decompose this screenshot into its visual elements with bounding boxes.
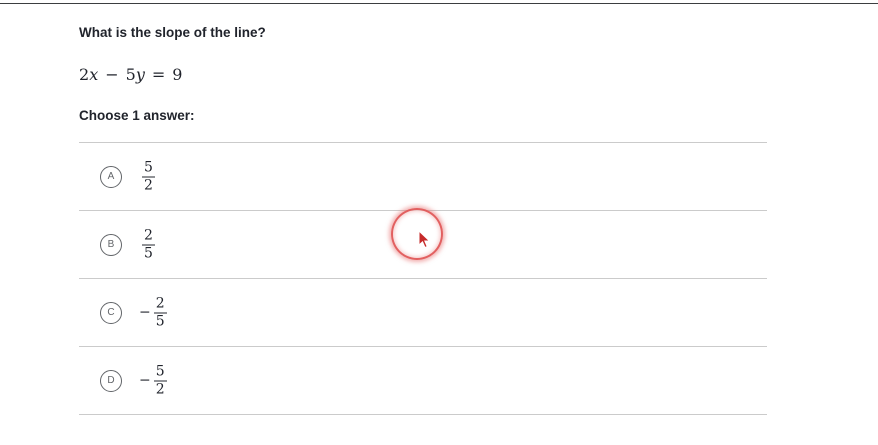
equation-equals: =: [151, 65, 166, 84]
answer-choices: A 5 2 B 2 5 C − 2 5 D − 5 2: [79, 142, 767, 415]
fraction: 5 2: [142, 160, 155, 193]
fraction: 2 5: [142, 228, 155, 261]
choice-sign: −: [139, 304, 151, 321]
equation-minus: −: [105, 65, 119, 84]
equation-var-x: x: [89, 65, 99, 84]
equation: 2x −5y = 9: [79, 65, 182, 84]
fraction-denominator: 2: [144, 177, 153, 193]
choice-value: − 5 2: [139, 364, 167, 397]
click-highlight-icon: [391, 208, 443, 260]
choice-letter-circle: D: [100, 369, 122, 392]
fraction-numerator: 5: [155, 363, 165, 379]
choose-answer-label: Choose 1 answer:: [79, 108, 195, 123]
equation-rhs: 9: [172, 65, 183, 84]
fraction: 2 5: [153, 295, 167, 329]
equation-coef-y: 5: [125, 65, 136, 84]
choice-letter-circle: B: [100, 233, 122, 256]
choice-c[interactable]: C − 2 5: [79, 279, 767, 347]
fraction-denominator: 2: [155, 381, 165, 397]
choice-sign: −: [139, 372, 151, 389]
choice-letter-circle: C: [100, 301, 122, 324]
choice-letter-circle: A: [100, 165, 122, 188]
fraction: 5 2: [153, 363, 167, 397]
fraction-denominator: 5: [144, 245, 153, 261]
fraction-numerator: 5: [144, 159, 153, 175]
choice-d[interactable]: D − 5 2: [79, 347, 767, 415]
choice-value: 5 2: [139, 160, 155, 193]
choice-value: 2 5: [139, 228, 155, 261]
choice-a[interactable]: A 5 2: [79, 143, 767, 211]
mouse-pointer-icon: [418, 230, 431, 249]
top-divider: [0, 3, 878, 4]
fraction-denominator: 5: [155, 313, 165, 329]
fraction-numerator: 2: [144, 227, 153, 243]
question-prompt: What is the slope of the line?: [79, 25, 266, 40]
equation-coef-x: 2: [79, 65, 90, 84]
choice-value: − 2 5: [139, 296, 167, 329]
fraction-numerator: 2: [155, 295, 165, 311]
equation-var-y: y: [135, 65, 145, 84]
